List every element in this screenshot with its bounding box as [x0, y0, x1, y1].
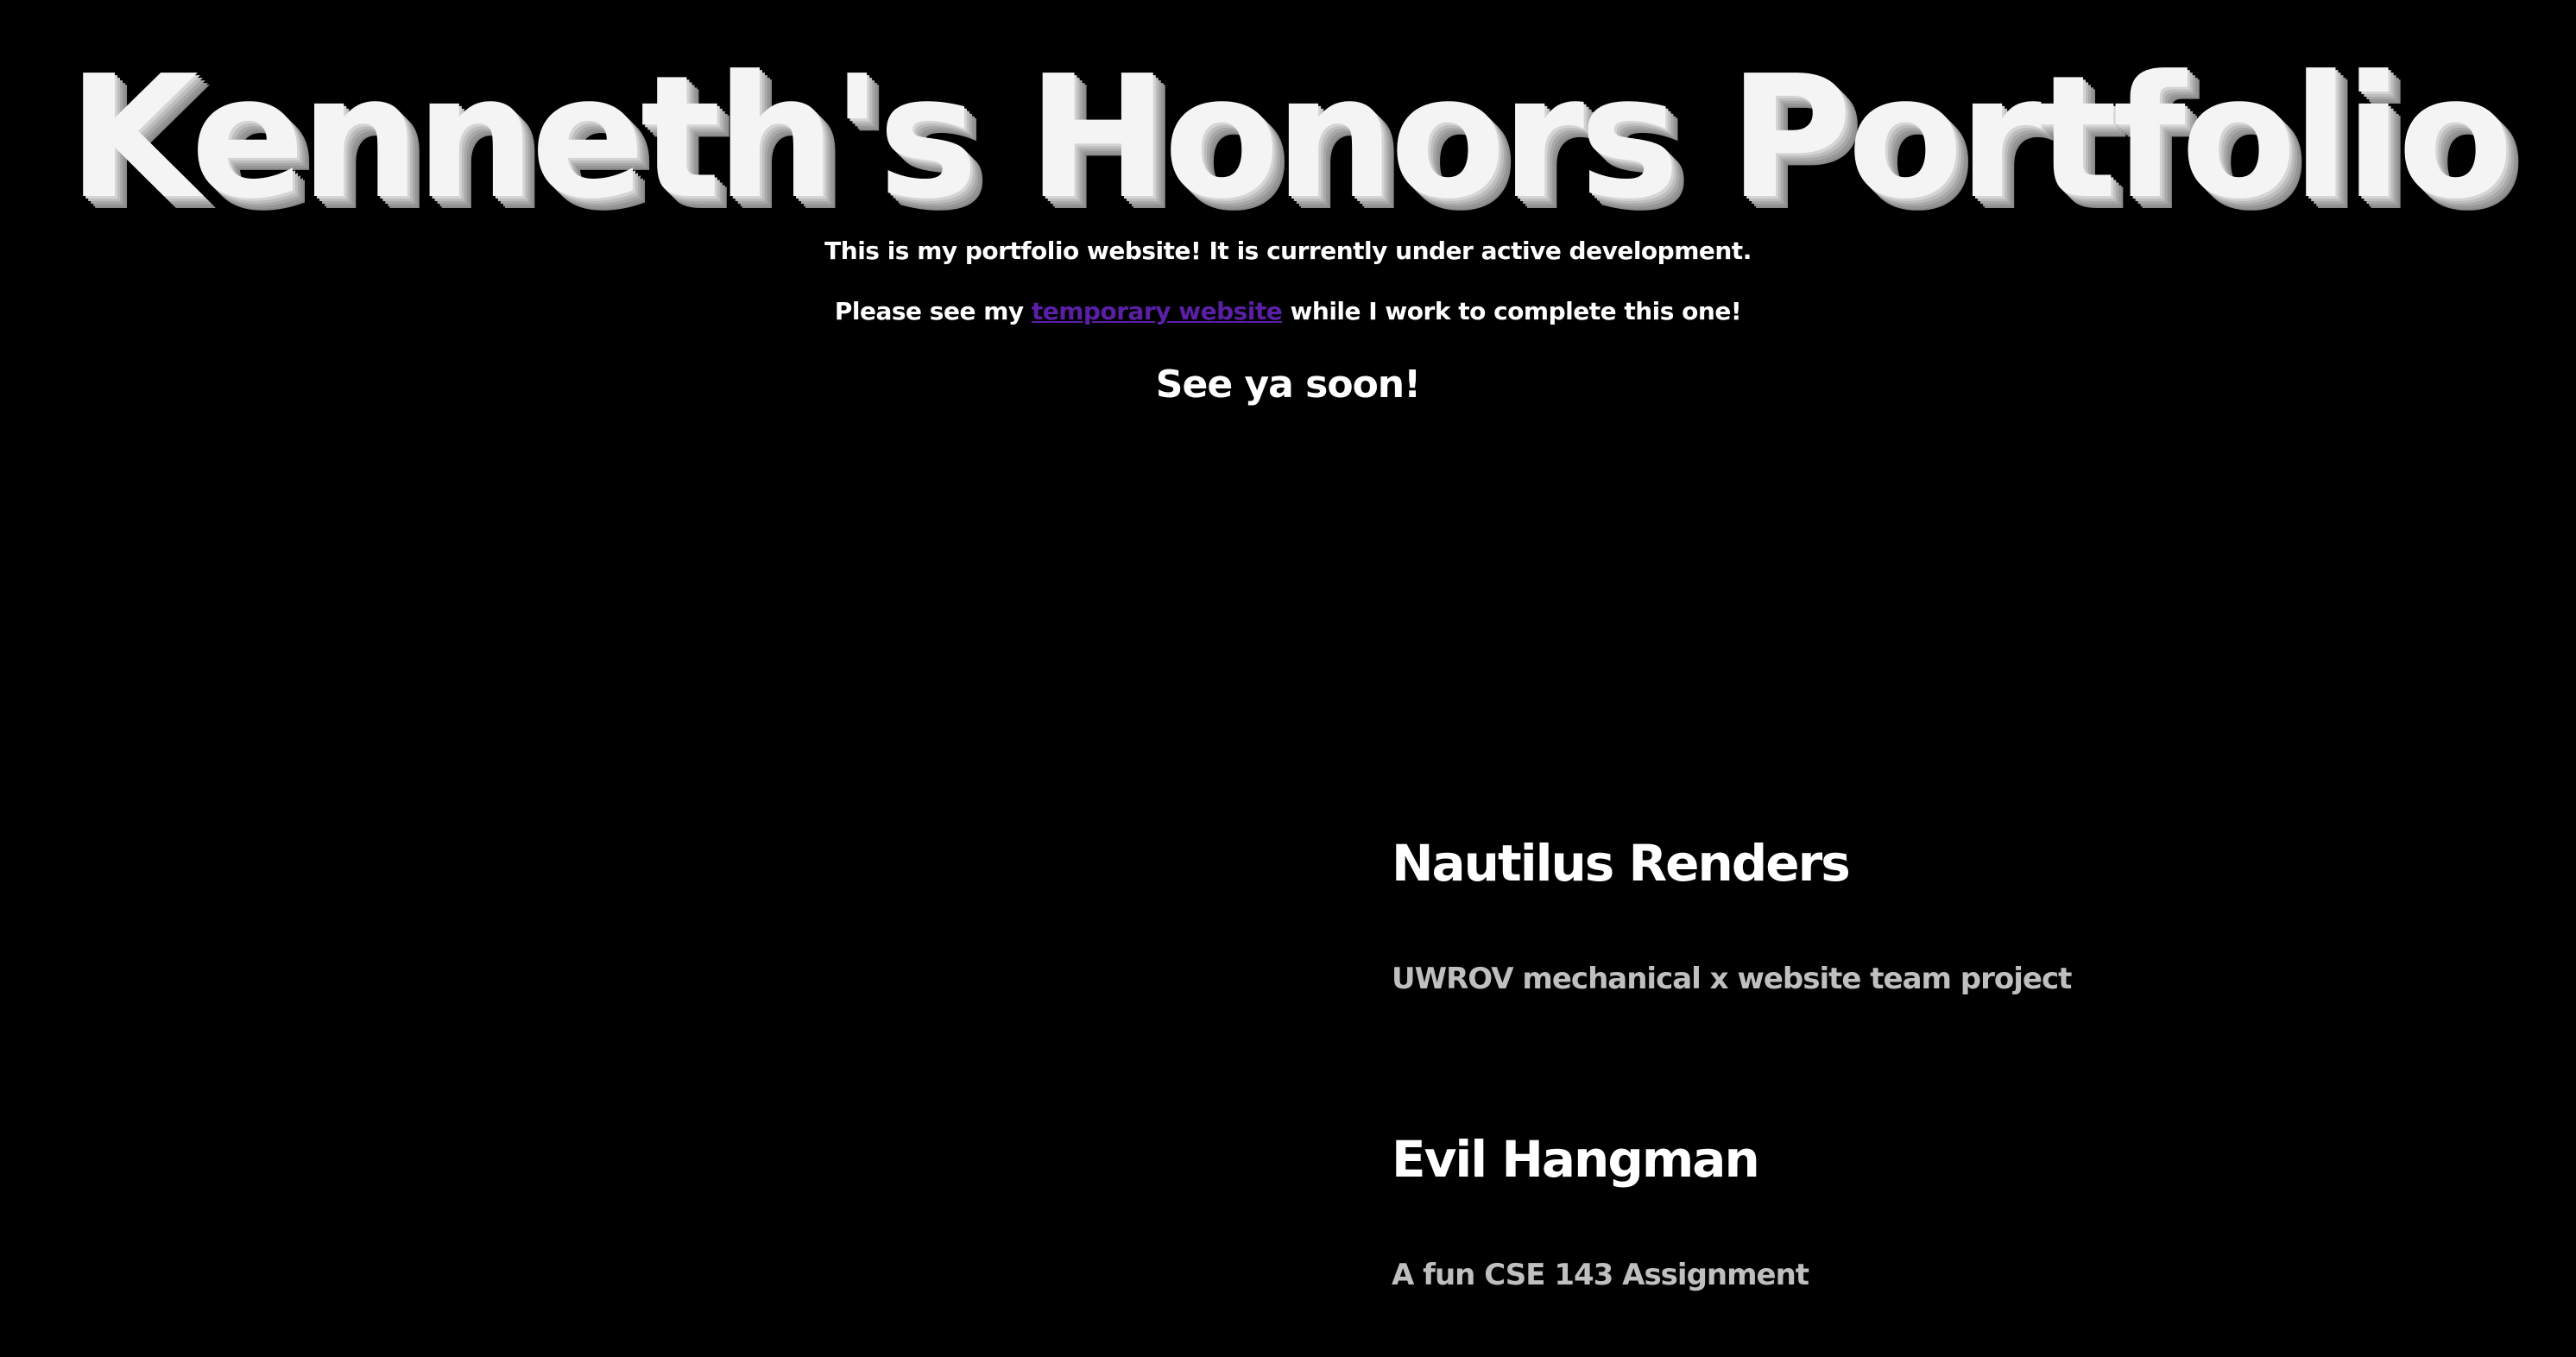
notice-text-after: while I work to complete this one! — [1282, 297, 1742, 325]
intro-text: This is my portfolio website! It is curr… — [824, 237, 1752, 265]
notice-text-before: Please see my — [834, 297, 1032, 325]
project-description: A fun CSE 143 Assignment — [1392, 1258, 1809, 1292]
temporary-website-link[interactable]: temporary website — [1032, 297, 1283, 325]
temporary-site-notice: Please see my temporary website while I … — [0, 297, 2576, 325]
project-card-evil-hangman[interactable]: Evil Hangman A fun CSE 143 Assignment — [1392, 1127, 2428, 1292]
page: Kenneth's Honors Portfolio This is my po… — [0, 0, 2576, 1357]
page-title: Kenneth's Honors Portfolio — [67, 40, 2514, 237]
project-description: UWROV mechanical x website team project — [1392, 962, 2072, 996]
project-title[interactable]: Nautilus Renders — [1392, 830, 2428, 896]
sign-off-heading: See ya soon! — [1155, 363, 1421, 407]
project-title[interactable]: Evil Hangman — [1392, 1127, 2428, 1192]
project-card-nautilus[interactable]: Nautilus Renders UWROV mechanical x webs… — [1392, 830, 2428, 996]
